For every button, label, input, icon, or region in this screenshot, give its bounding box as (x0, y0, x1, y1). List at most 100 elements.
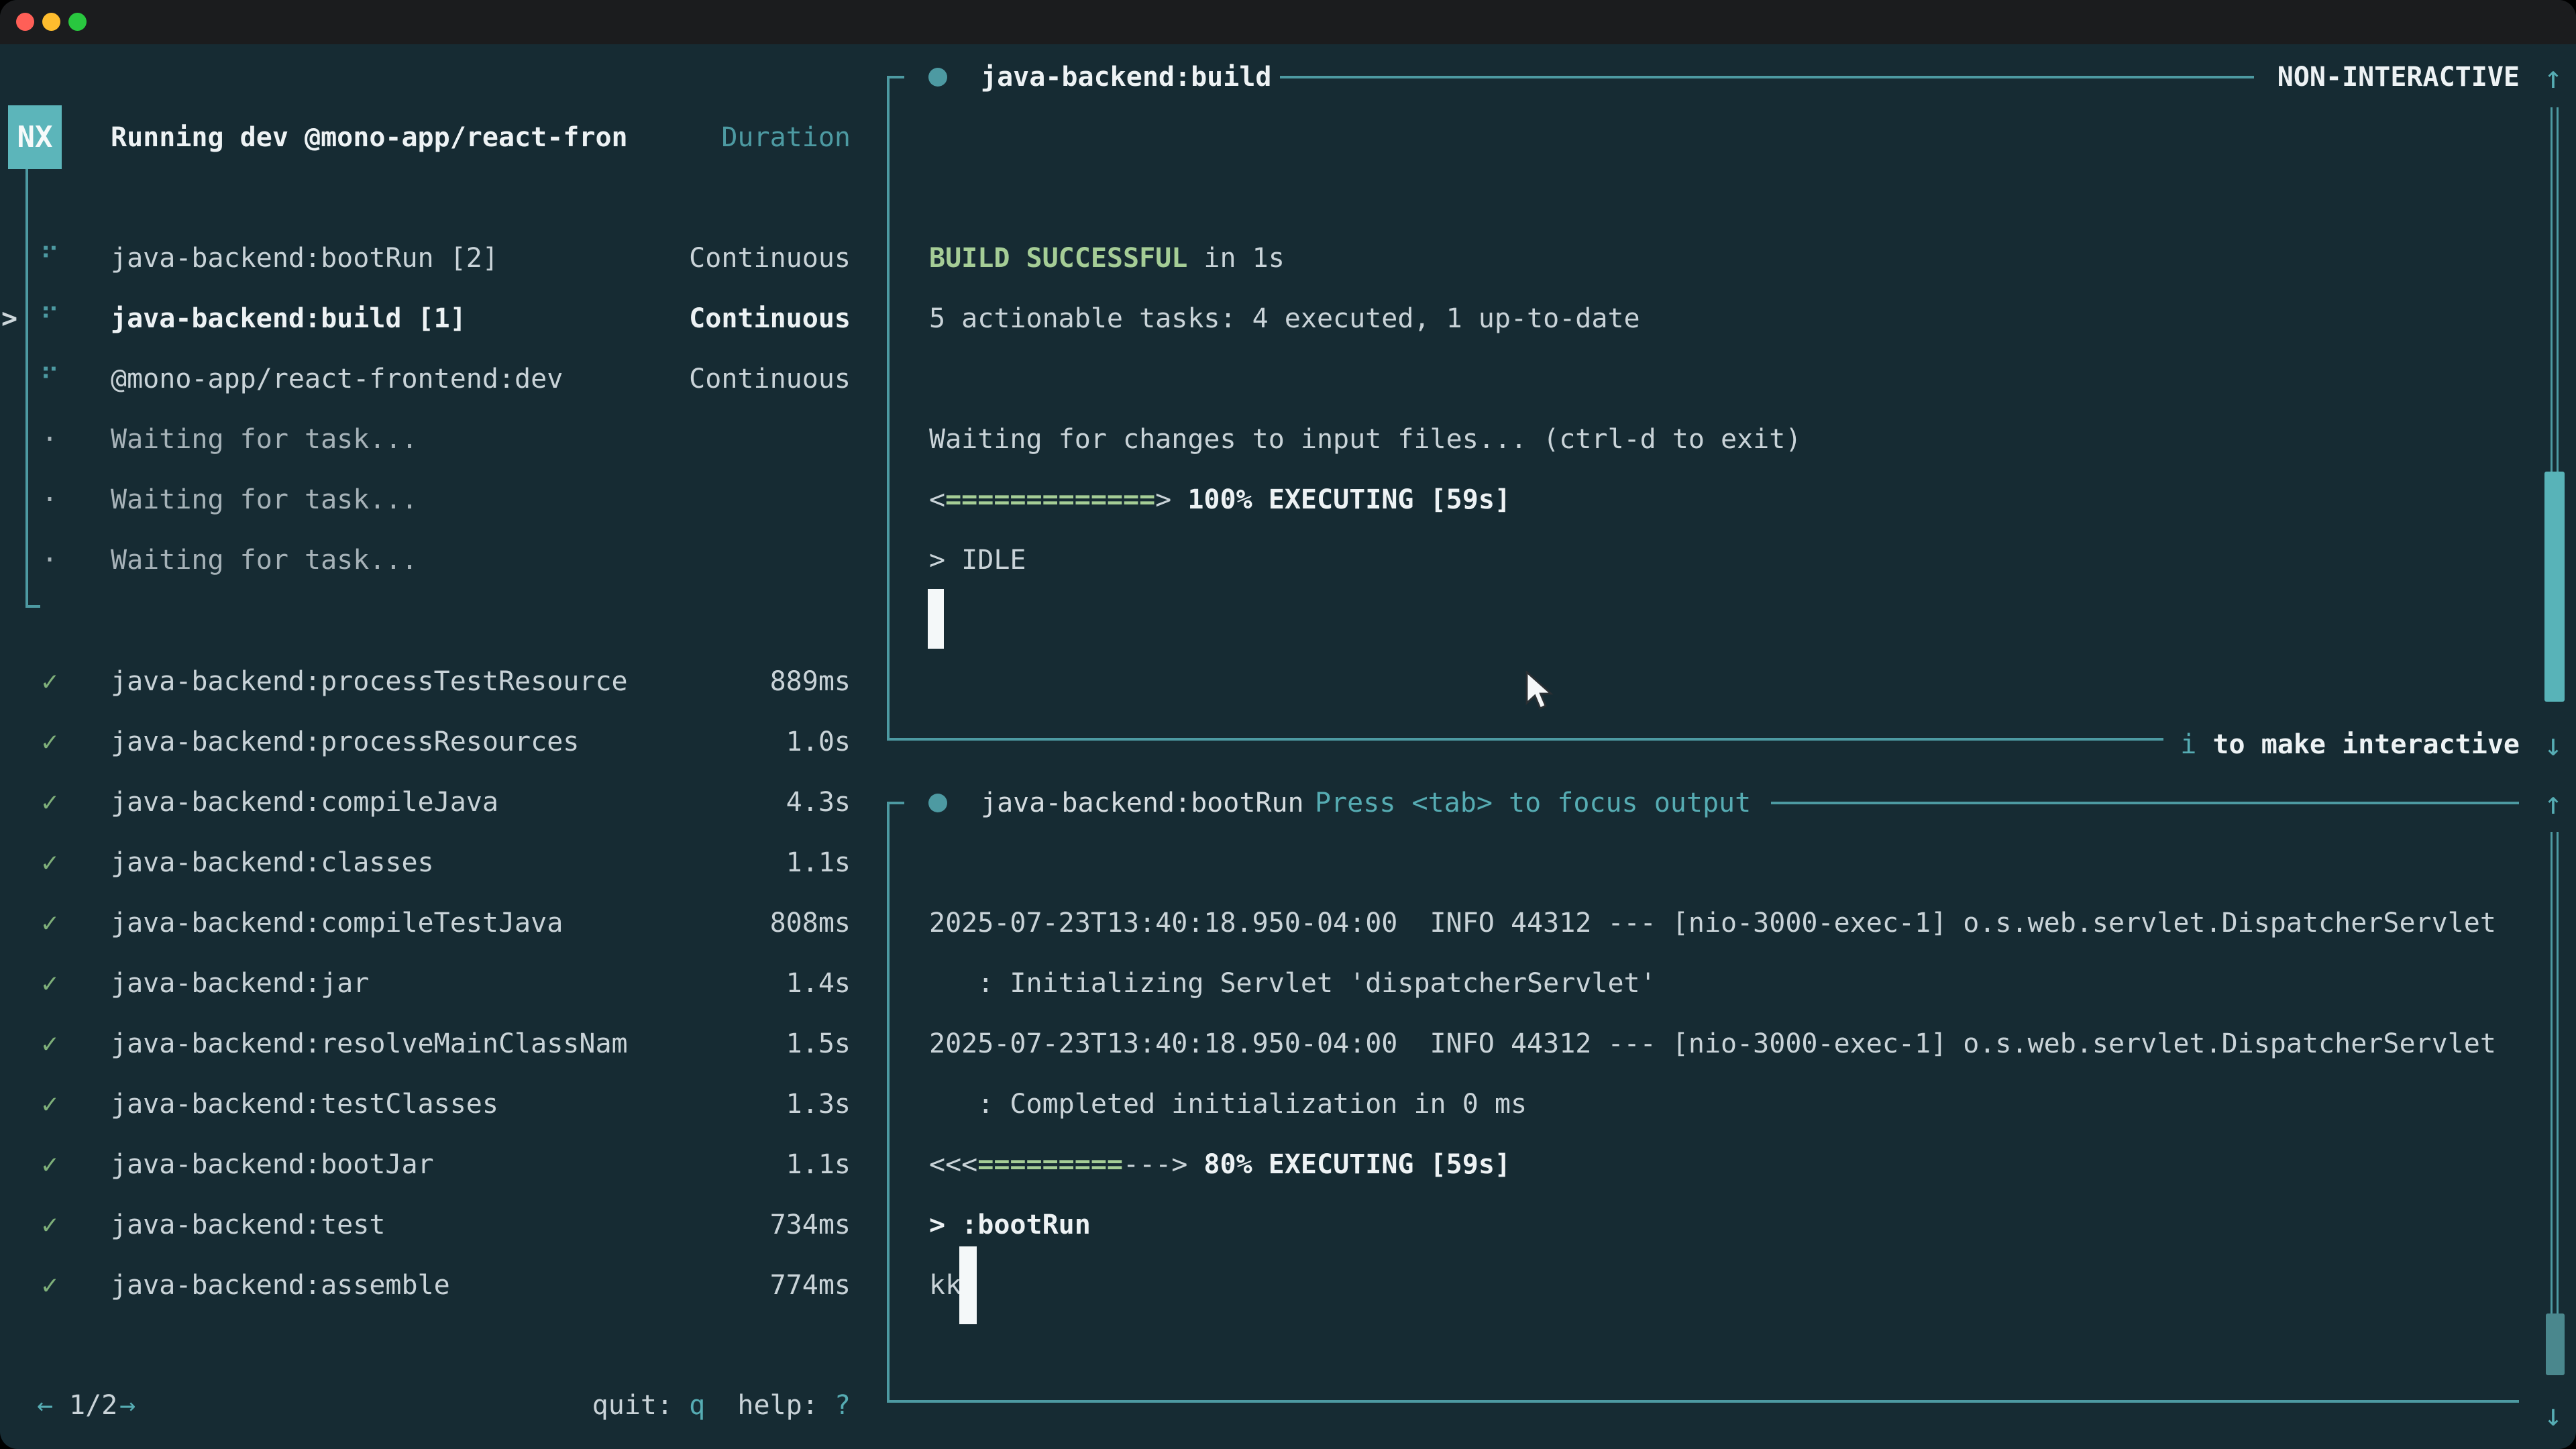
task-duration: 1.0s (604, 712, 851, 772)
task-duration: 4.3s (604, 772, 851, 833)
bootrun-scrollbar-thumb[interactable] (2546, 1313, 2565, 1375)
bootrun-panel-title: java-backend:bootRun (981, 773, 1304, 833)
task-duration: 889ms (604, 651, 851, 712)
task-status: Continuous (604, 228, 851, 288)
task-name: @mono-app/react-frontend:dev (111, 349, 563, 409)
task-duration: 774ms (604, 1255, 851, 1316)
progress-bar-fill: ========= (977, 1149, 1123, 1180)
build-panel-left-border (887, 76, 890, 741)
close-window-icon[interactable] (16, 13, 34, 31)
task-name: java-backend:compileTestJava (111, 893, 563, 953)
task-name: java-backend:bootJar (111, 1134, 434, 1195)
scroll-down-arrow-icon[interactable]: ↓ (2538, 714, 2568, 775)
log-line: : Initializing Servlet 'dispatcherServle… (929, 953, 1656, 1014)
build-scrollbar-thumb[interactable] (2544, 472, 2565, 702)
task-name: java-backend:compileJava (111, 772, 498, 833)
task-name: java-backend:processResources (111, 712, 579, 772)
task-duration: 1.3s (604, 1074, 851, 1134)
nx-logo: NX (8, 105, 62, 169)
interactive-hint-text: to make interactive (2196, 729, 2520, 760)
bootrun-panel-top-border (1771, 802, 2519, 804)
task-duration: 1.4s (604, 953, 851, 1014)
build-progress-line: <=============> 100% EXECUTING [59s] (929, 470, 1511, 530)
build-success-line: BUILD SUCCESSFUL in 1s (929, 228, 1285, 288)
idle-line: > IDLE (929, 530, 1026, 590)
task-name: java-backend:test (111, 1195, 385, 1255)
bootrun-progress-line: <<<=========---> 80% EXECUTING [59s] (929, 1134, 1511, 1195)
zoom-window-icon[interactable] (68, 13, 87, 31)
page-next-arrow-icon[interactable]: → (119, 1375, 136, 1436)
gradle-task-line: > :bootRun (929, 1195, 1091, 1255)
running-dot-icon (928, 68, 947, 87)
task-duration: 734ms (604, 1195, 851, 1255)
quit-key: q (689, 1390, 705, 1421)
bootrun-panel-bottom-border (887, 1400, 2519, 1403)
minimize-window-icon[interactable] (42, 13, 60, 31)
bootrun-panel-left-border (887, 802, 890, 1403)
bootrun-panel-corner (887, 802, 904, 804)
log-line: : Completed initialization in 0 ms (929, 1074, 1527, 1134)
progress-bar-remaining: --- (1123, 1149, 1171, 1180)
task-name: java-backend:build [1] (111, 288, 466, 349)
check-icon: ✓ (30, 1255, 70, 1316)
typed-input[interactable]: kk (929, 1255, 961, 1316)
task-duration: 1.1s (604, 1134, 851, 1195)
waiting-line: Waiting for changes to input files... (c… (929, 409, 1801, 470)
interactive-hint-key: i (2180, 729, 2196, 760)
build-time-text: in 1s (1187, 243, 1285, 274)
progress-label: 100% EXECUTING [59s] (1171, 484, 1511, 515)
check-icon: ✓ (30, 1134, 70, 1195)
selection-caret: > (1, 288, 17, 349)
terminal-cursor (928, 589, 944, 649)
footer-keybindings: quit: q help: ? (577, 1375, 851, 1436)
page-prev-arrow-icon[interactable]: ← (37, 1375, 53, 1436)
task-name: java-backend:resolveMainClassNam (111, 1014, 628, 1074)
build-panel-corner (887, 76, 904, 78)
log-line: 2025-07-23T13:40:18.950-04:00 INFO 44312… (929, 1014, 2496, 1074)
bootrun-scrollbar-track[interactable] (2551, 832, 2559, 1313)
focus-output-hint: Press <tab> to focus output (1315, 773, 1751, 833)
spinner-icon: ⠋ (30, 349, 70, 409)
progress-open: < (929, 484, 945, 515)
mouse-cursor-icon (1524, 671, 1554, 714)
scroll-up-arrow-icon[interactable]: ↑ (2538, 47, 2568, 107)
build-scrollbar-track[interactable] (2551, 107, 2559, 472)
task-name: java-backend:processTestResource (111, 651, 628, 712)
task-duration: 1.5s (604, 1014, 851, 1074)
scroll-down-arrow-icon[interactable]: ↓ (2538, 1385, 2568, 1445)
progress-open: <<< (929, 1149, 977, 1180)
mode-badge: NON-INTERACTIVE (2274, 47, 2520, 107)
task-name: Waiting for task... (111, 530, 418, 590)
task-name: Waiting for task... (111, 409, 418, 470)
build-successful-text: BUILD SUCCESSFUL (929, 243, 1187, 274)
quit-label: quit: (592, 1390, 690, 1421)
scroll-up-arrow-icon[interactable]: ↑ (2538, 773, 2568, 833)
task-name: java-backend:classes (111, 833, 434, 893)
pending-dot-icon: · (30, 409, 70, 470)
help-label: help: (705, 1390, 835, 1421)
progress-bar-fill: ============= (945, 484, 1155, 515)
help-key: ? (835, 1390, 851, 1421)
progress-close: > (1171, 1149, 1187, 1180)
task-name: java-backend:bootRun [2] (111, 228, 498, 288)
terminal-window: NX Running dev @mono-app/react-fron Dura… (0, 0, 2576, 1449)
check-icon: ✓ (30, 833, 70, 893)
check-icon: ✓ (30, 712, 70, 772)
running-dot-icon (928, 794, 947, 812)
title-bar (0, 0, 2576, 44)
pending-dot-icon: · (30, 470, 70, 530)
sidebar-title: Running dev @mono-app/react-fron (111, 107, 628, 168)
build-panel-bottom-border (887, 738, 2163, 741)
build-panel-title: java-backend:build (981, 47, 1271, 107)
progress-label: 80% EXECUTING [59s] (1187, 1149, 1511, 1180)
interactive-hint: i to make interactive (2174, 714, 2520, 775)
check-icon: ✓ (30, 953, 70, 1014)
task-name: Waiting for task... (111, 470, 418, 530)
task-status: Continuous (604, 349, 851, 409)
duration-column-header: Duration (604, 107, 851, 168)
task-duration: 1.1s (604, 833, 851, 893)
check-icon: ✓ (30, 893, 70, 953)
pending-dot-icon: · (30, 530, 70, 590)
check-icon: ✓ (30, 1074, 70, 1134)
tasks-summary-line: 5 actionable tasks: 4 executed, 1 up-to-… (929, 288, 1640, 349)
